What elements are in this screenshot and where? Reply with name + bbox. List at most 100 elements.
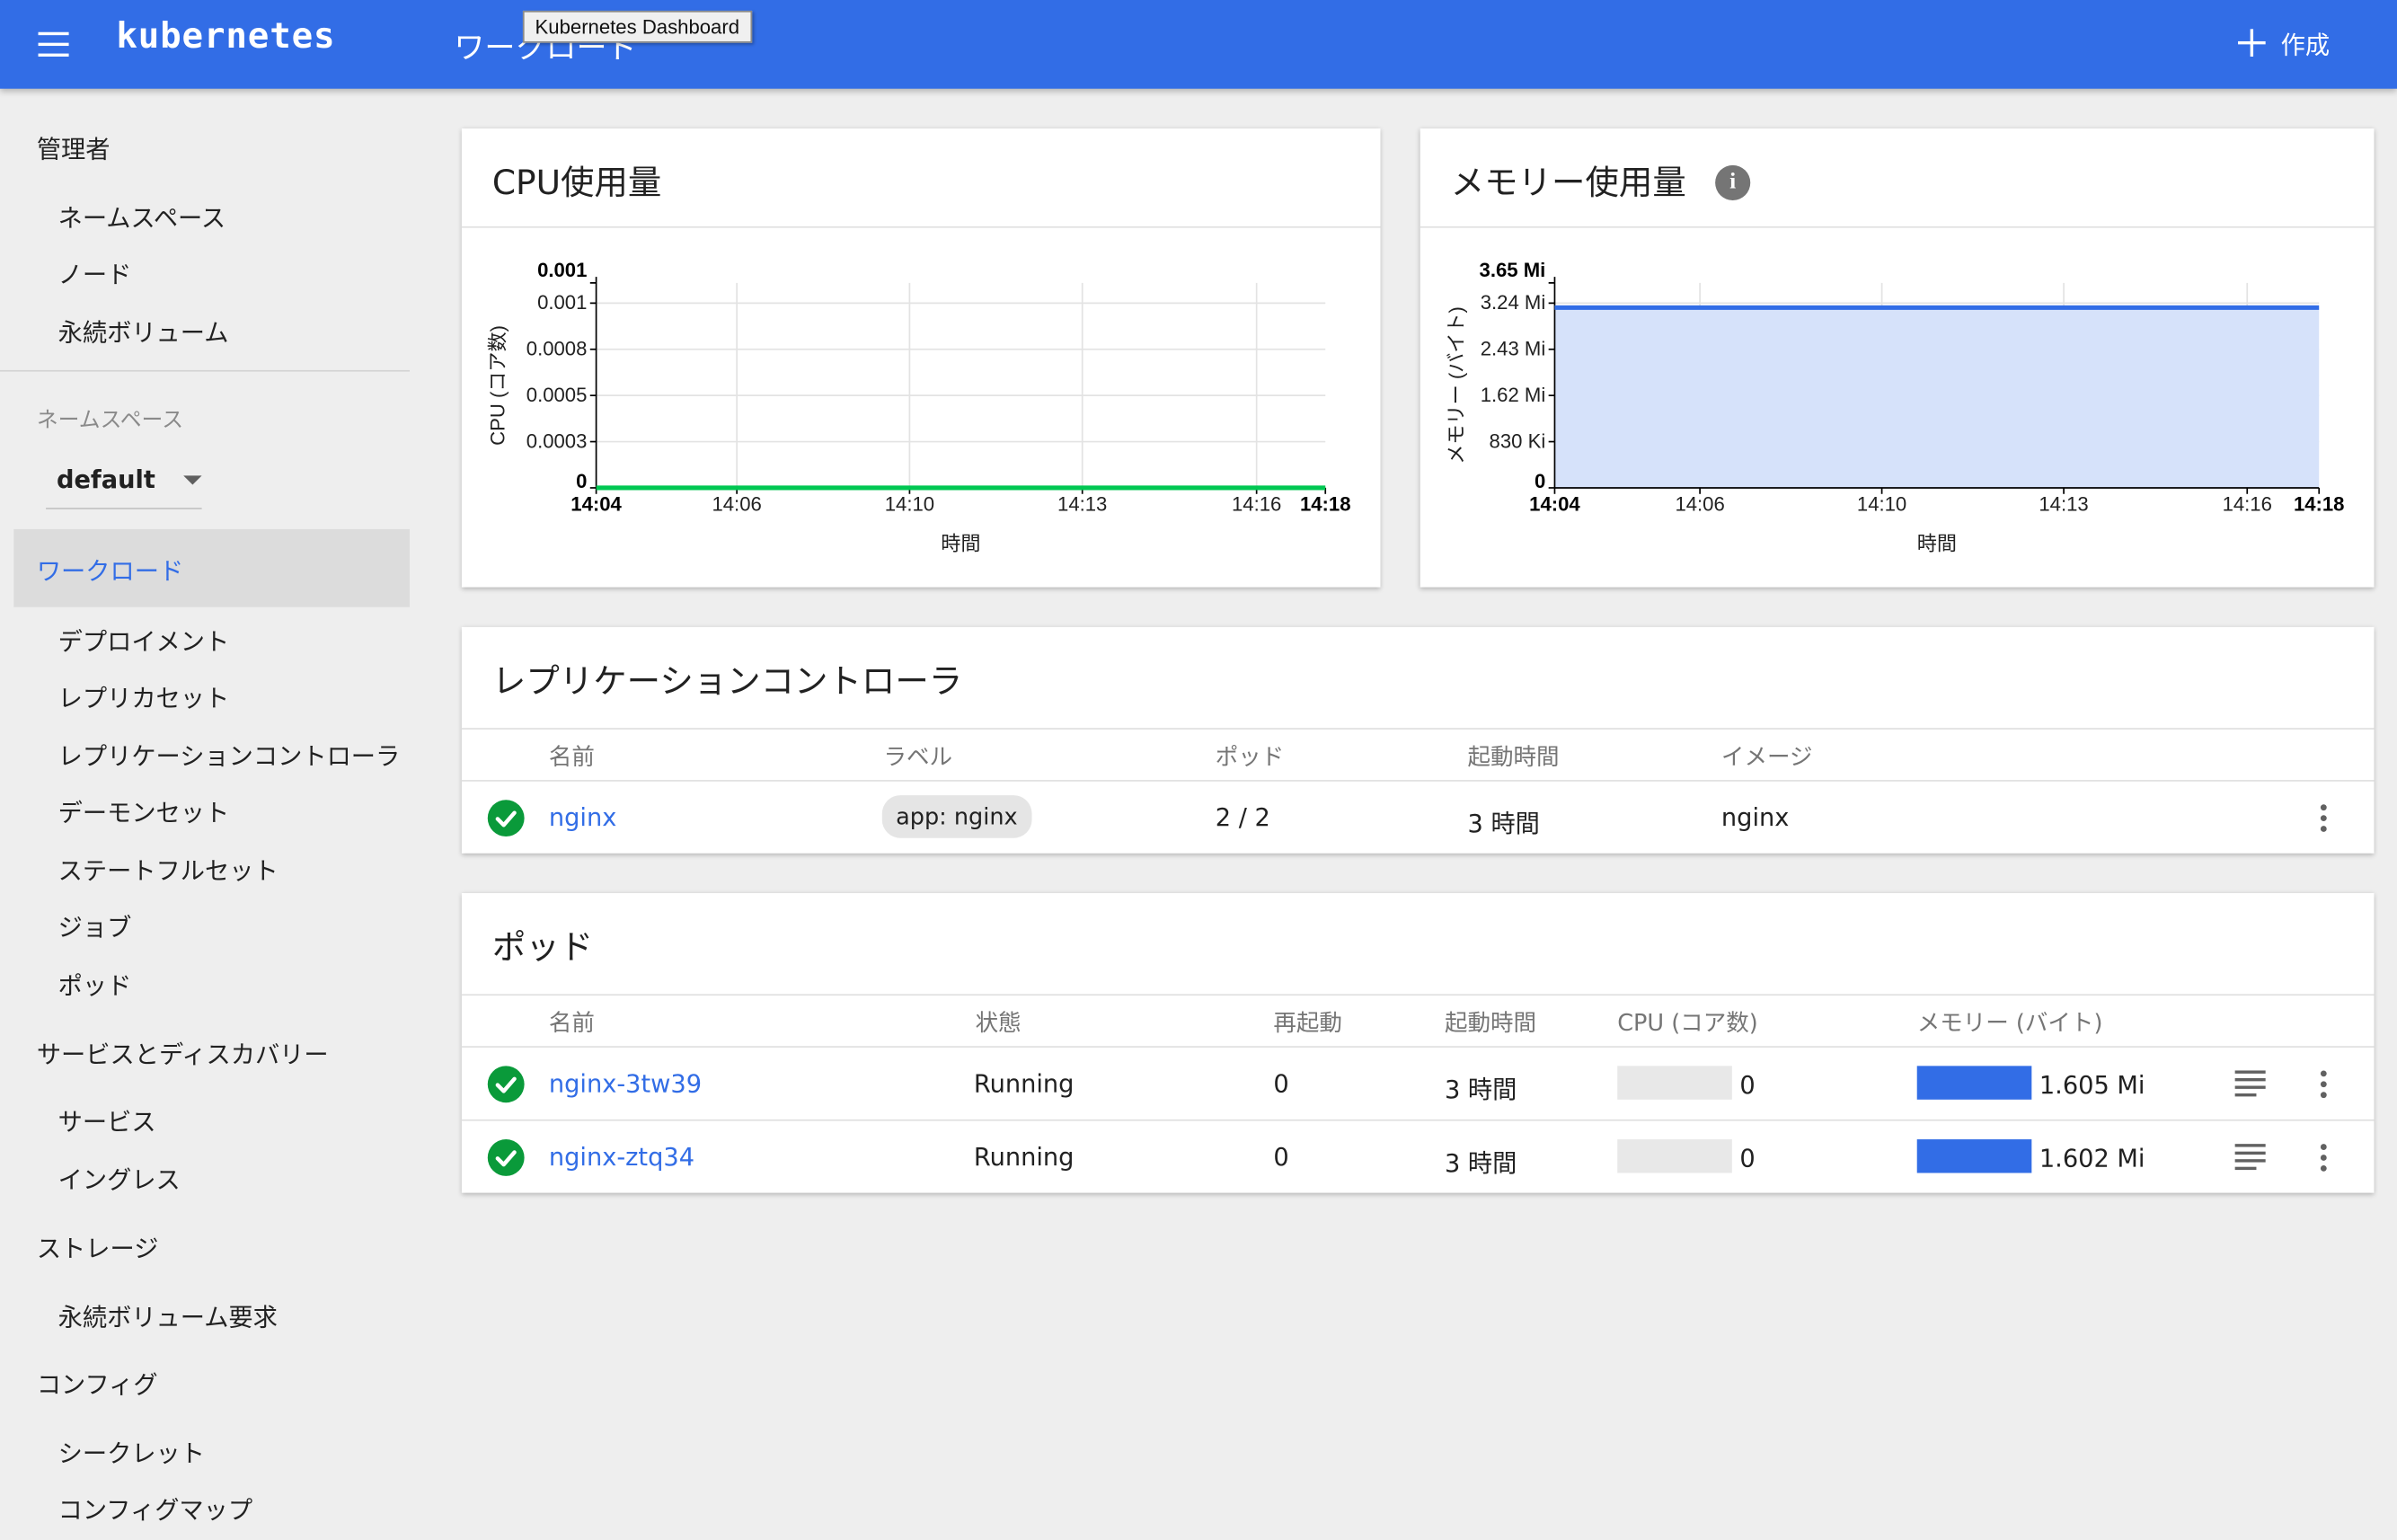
card-divider bbox=[461, 728, 2375, 730]
sidebar-heading-discovery[interactable]: サービスとディスカバリー bbox=[37, 1034, 329, 1071]
label-chip: app: nginx bbox=[881, 795, 1031, 838]
sidebar-item-deployments[interactable]: デプロイメント bbox=[58, 621, 230, 658]
sidebar-item-replication-controllers[interactable]: レプリケーションコントローラ bbox=[58, 736, 401, 773]
sidebar-item-replica-sets[interactable]: レプリカセット bbox=[58, 677, 230, 714]
x-axis-label: 時間 bbox=[941, 533, 980, 555]
top-bar: kubernetes ワークロード Kubernetes Dashboard 作… bbox=[0, 0, 2397, 89]
namespace-select[interactable]: default bbox=[46, 453, 202, 509]
pod-memory-value: 1.602 Mi bbox=[2039, 1144, 2145, 1173]
pod-name-link[interactable]: nginx-ztq34 bbox=[549, 1142, 694, 1171]
browser-tooltip: Kubernetes Dashboard bbox=[522, 10, 752, 43]
sidebar-item-jobs[interactable]: ジョブ bbox=[58, 907, 132, 943]
sidebar-item-pods[interactable]: ポッド bbox=[58, 965, 132, 1002]
y-tick-label: 830 Ki bbox=[1490, 429, 1546, 452]
x-tick-label: 14:13 bbox=[1057, 492, 1107, 515]
more-actions-icon[interactable] bbox=[2312, 1139, 2336, 1176]
cpu-sparkline bbox=[1617, 1139, 1732, 1173]
rc-image: nginx bbox=[1720, 802, 1790, 832]
pod-cpu-value: 0 bbox=[1739, 1070, 1756, 1100]
logs-icon[interactable] bbox=[2234, 1069, 2266, 1097]
x-tick-label: 14:18 bbox=[1300, 492, 1351, 515]
x-tick-label: 14:04 bbox=[571, 492, 622, 515]
pods-card-title: ポッド bbox=[491, 929, 594, 969]
sidebar-item-stateful-sets[interactable]: ステートフルセット bbox=[58, 850, 279, 887]
y-tick-label: 0.001 bbox=[537, 291, 587, 314]
memory-card-title: メモリー使用量 bbox=[1450, 164, 1686, 204]
sidebar-divider bbox=[0, 369, 411, 372]
y-tick-label: 3.65 Mi bbox=[1480, 259, 1546, 281]
y-tick-label: 0.0003 bbox=[526, 429, 588, 452]
pod-memory-value: 1.605 Mi bbox=[2039, 1070, 2145, 1100]
info-icon[interactable]: i bbox=[1715, 164, 1751, 200]
x-tick-label: 14:10 bbox=[1857, 492, 1906, 515]
x-tick-label: 14:18 bbox=[2294, 492, 2345, 515]
x-tick-label: 14:16 bbox=[2223, 492, 2272, 515]
sidebar-item-persistent-volumes[interactable]: 永続ボリューム bbox=[58, 312, 229, 349]
sidebar-heading-admin[interactable]: 管理者 bbox=[37, 128, 111, 165]
more-actions-icon[interactable] bbox=[2312, 800, 2336, 836]
sidebar-item-services[interactable]: サービス bbox=[58, 1101, 156, 1137]
card-divider bbox=[1420, 226, 2375, 228]
y-axis-label: CPU (コア数) bbox=[487, 325, 509, 446]
sidebar-heading-config[interactable]: コンフィグ bbox=[37, 1364, 158, 1401]
column-header-labels: ラベル bbox=[883, 743, 953, 771]
kubernetes-logo[interactable]: kubernetes bbox=[116, 17, 335, 57]
app-window: kubernetes ワークロード Kubernetes Dashboard 作… bbox=[0, 0, 2397, 1540]
cpu-chart: 0 0.0003 0.0005 0.0008 0.001 0.001 14:04 14:06 1… bbox=[487, 259, 1351, 555]
memory-usage-card: メモリー使用量 i 0 830 Ki 1.62 Mi 2.43 Mi 3.24 Mi 3.… bbox=[1420, 128, 2375, 588]
x-tick-label: 14:06 bbox=[1675, 492, 1724, 515]
rc-name-link[interactable]: nginx bbox=[549, 803, 616, 832]
y-tick-label: 0.0008 bbox=[526, 338, 588, 360]
card-divider bbox=[461, 226, 1381, 228]
card-divider bbox=[461, 994, 2375, 996]
pod-restarts: 0 bbox=[1273, 1142, 1289, 1172]
sidebar-item-nodes[interactable]: ノード bbox=[58, 254, 132, 291]
x-tick-label: 14:04 bbox=[1529, 492, 1580, 515]
cpu-usage-card: CPU使用量 0 0.0003 0.0005 0.0008 0.001 0.001 14:0… bbox=[461, 128, 1381, 588]
rc-pods-count: 2 / 2 bbox=[1215, 802, 1270, 832]
pod-status: Running bbox=[973, 1068, 1075, 1099]
sidebar-item-config-maps[interactable]: コンフィグマップ bbox=[58, 1490, 252, 1527]
y-axis-label: メモリー (バイト) bbox=[1445, 306, 1467, 465]
sidebar-heading-storage[interactable]: ストレージ bbox=[37, 1228, 159, 1265]
y-tick-label: 2.43 Mi bbox=[1481, 338, 1546, 360]
x-tick-label: 14:16 bbox=[1232, 492, 1281, 515]
memory-sparkline bbox=[1916, 1066, 2032, 1100]
status-ok-icon bbox=[487, 1066, 525, 1103]
menu-icon[interactable] bbox=[33, 24, 73, 64]
y-tick-label: 0 bbox=[576, 470, 587, 492]
logs-icon[interactable] bbox=[2234, 1142, 2266, 1171]
pod-name-link[interactable]: nginx-3tw39 bbox=[549, 1069, 702, 1098]
sidebar-item-pvcs[interactable]: 永続ボリューム要求 bbox=[58, 1297, 278, 1333]
plus-icon bbox=[2235, 26, 2269, 59]
sidebar-item-daemon-sets[interactable]: デーモンセット bbox=[58, 792, 230, 829]
sidebar: 管理者 ネームスペース ノード 永続ボリューム ネームスペース default … bbox=[0, 89, 428, 1540]
column-header-restarts: 再起動 bbox=[1273, 1009, 1342, 1038]
more-actions-icon[interactable] bbox=[2312, 1066, 2336, 1102]
x-tick-label: 14:13 bbox=[2039, 492, 2088, 515]
column-header-name[interactable]: 名前 bbox=[549, 1006, 595, 1039]
status-ok-icon bbox=[487, 800, 525, 837]
table-divider bbox=[461, 780, 2375, 782]
column-header-age[interactable]: 起動時間 bbox=[1445, 1006, 1536, 1039]
rc-card-title: レプリケーションコントローラ bbox=[491, 663, 963, 703]
column-header-age[interactable]: 起動時間 bbox=[1467, 740, 1559, 773]
y-tick-label: 0.001 bbox=[537, 259, 587, 281]
pod-restarts: 0 bbox=[1273, 1068, 1289, 1099]
pod-age: 3 時間 bbox=[1444, 1075, 1517, 1104]
x-tick-label: 14:10 bbox=[885, 492, 934, 515]
replication-controllers-card: レプリケーションコントローラ 名前 ラベル ポッド 起動時間 イメージ ngin… bbox=[461, 626, 2375, 854]
table-divider bbox=[461, 1046, 2375, 1048]
y-tick-label: 0 bbox=[1535, 470, 1545, 492]
create-button[interactable]: 作成 bbox=[2235, 20, 2330, 66]
column-header-images: イメージ bbox=[1720, 743, 1813, 771]
sidebar-item-ingresses[interactable]: イングレス bbox=[58, 1159, 181, 1196]
x-axis-label: 時間 bbox=[1917, 533, 1957, 555]
x-tick-label: 14:06 bbox=[712, 492, 761, 515]
column-header-name[interactable]: 名前 bbox=[549, 740, 595, 773]
sidebar-item-namespaces[interactable]: ネームスペース bbox=[58, 198, 226, 235]
sidebar-item-secrets[interactable]: シークレット bbox=[58, 1433, 205, 1470]
pod-age: 3 時間 bbox=[1444, 1148, 1517, 1178]
namespace-label: ネームスペース bbox=[36, 408, 184, 433]
sidebar-item-workloads[interactable]: ワークロード bbox=[13, 528, 411, 607]
